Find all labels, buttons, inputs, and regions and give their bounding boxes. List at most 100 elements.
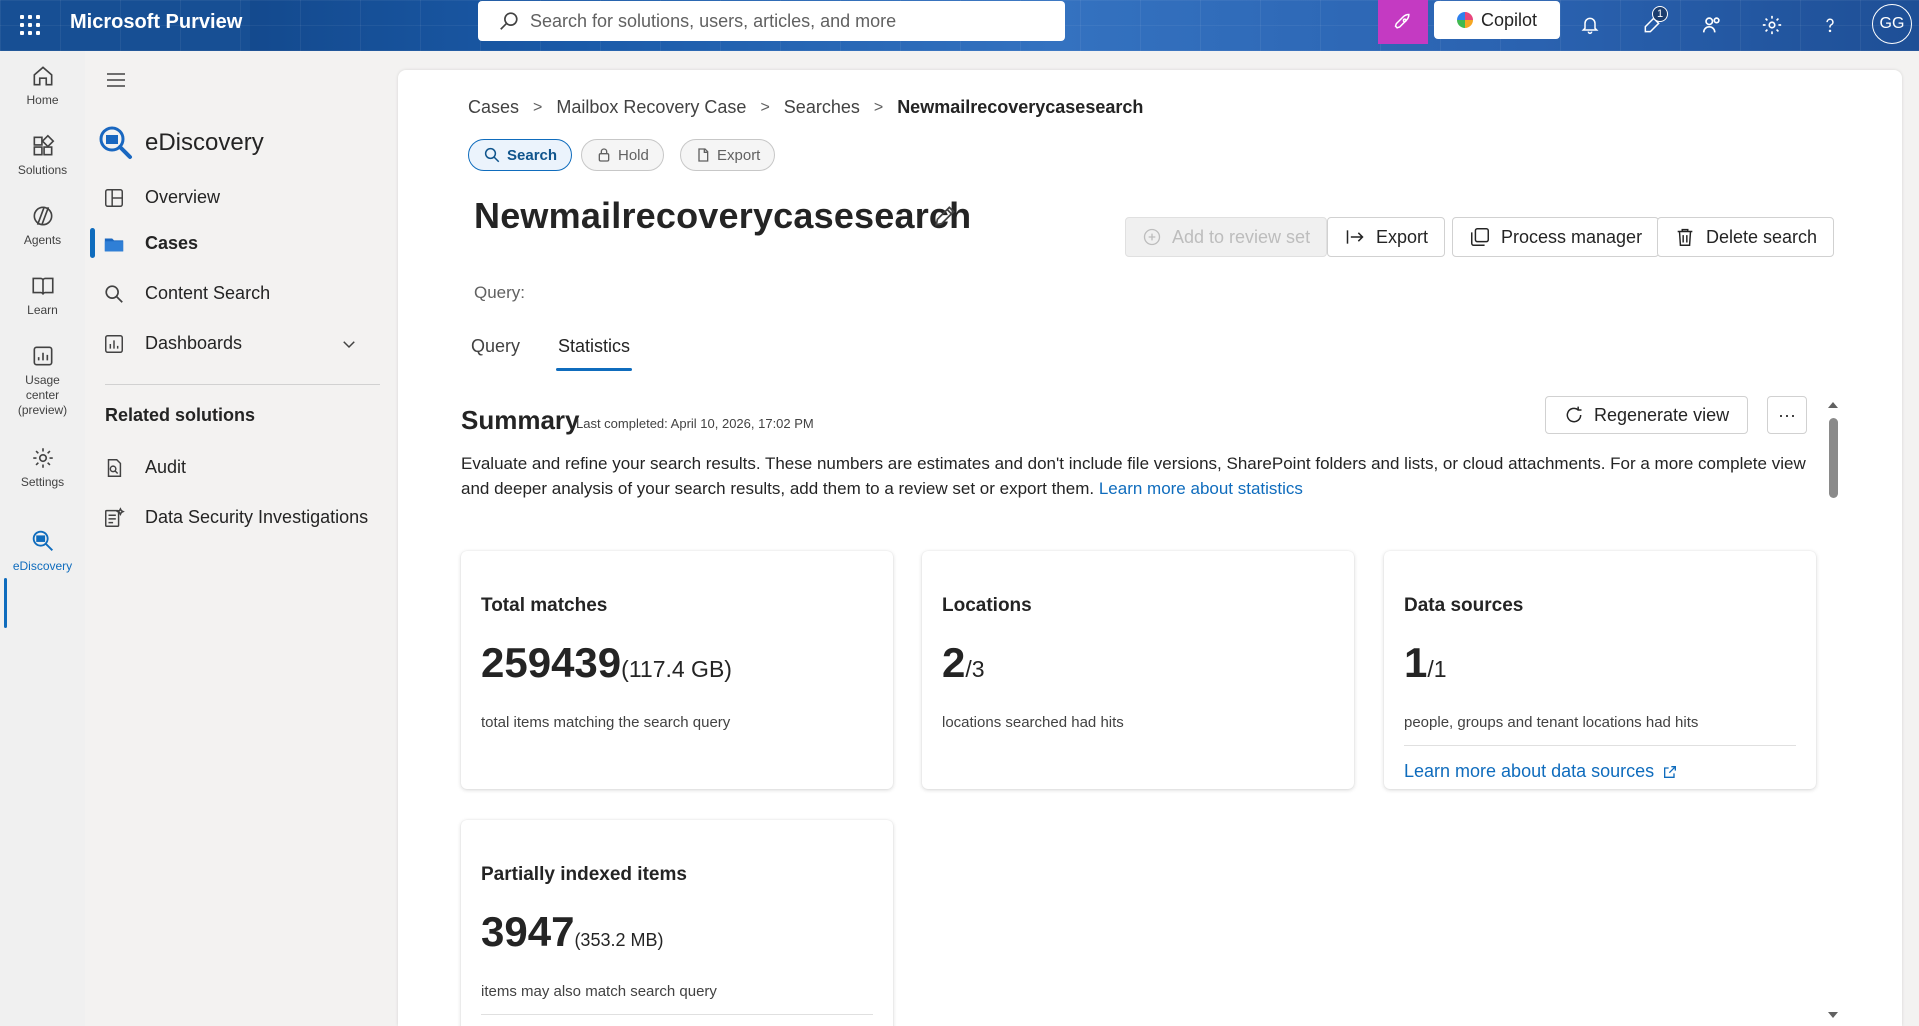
pill-export[interactable]: Export <box>680 139 776 171</box>
pill-label: Search <box>507 146 558 164</box>
rail-item-agents[interactable]: Agents <box>0 203 85 248</box>
pill-label: Hold <box>618 146 649 164</box>
add-to-review-set-button[interactable]: Add to review set <box>1125 217 1328 257</box>
brand-title[interactable]: Microsoft Purview <box>70 11 242 34</box>
data-sources-value: 1 <box>1404 639 1428 686</box>
summary-description: Evaluate and refine your search results.… <box>461 451 1821 501</box>
regenerate-view-button[interactable]: Regenerate view <box>1545 396 1749 434</box>
rail-item-learn[interactable]: Learn <box>0 273 85 318</box>
partially-indexed-size: (353.2 MB) <box>574 930 664 950</box>
settings-button[interactable] <box>1756 9 1788 41</box>
add-circle-icon <box>1143 228 1161 246</box>
help-button[interactable] <box>1814 9 1846 41</box>
data-sources-card: Data sources 1/1 people, groups and tena… <box>1384 551 1816 789</box>
delete-search-button[interactable]: Delete search <box>1657 217 1835 257</box>
sidebar-divider <box>105 384 380 385</box>
copilot-button[interactable]: Copilot <box>1434 1 1560 39</box>
card-divider <box>481 1014 873 1015</box>
card-title: Partially indexed items <box>481 864 687 885</box>
sidebar-item-cases[interactable]: Cases <box>85 223 395 263</box>
button-label: Regenerate view <box>1594 404 1730 425</box>
tab-query[interactable]: Query <box>471 336 520 357</box>
copilot-label: Copilot <box>1480 9 1538 30</box>
app-launcher-icon[interactable] <box>18 13 42 37</box>
related-solutions-heading: Related solutions <box>105 405 256 425</box>
process-manager-button[interactable]: Process manager <box>1452 217 1660 257</box>
solutions-icon <box>33 134 54 156</box>
tab-statistics[interactable]: Statistics <box>558 336 630 357</box>
copilot-icon <box>1456 12 1473 28</box>
gear-icon <box>32 448 53 468</box>
learn-more-statistics-link[interactable]: Learn more about statistics <box>1099 479 1303 498</box>
sidebar-item-data-security-investigations[interactable]: Data Security Investigations <box>85 497 395 537</box>
overview-icon <box>105 189 123 207</box>
partially-indexed-card: Partially indexed items 3947(353.2 MB) i… <box>461 820 893 1026</box>
rail-item-usage-center[interactable]: Usage center (preview) <box>0 343 85 418</box>
pill-hold[interactable]: Hold <box>581 139 664 171</box>
notification-badge: 1 <box>1652 6 1668 22</box>
breadcrumb-current: Newmailrecoverycasesearch <box>897 97 1144 117</box>
total-matches-size: (117.4 GB) <box>621 656 732 682</box>
pill-search[interactable]: Search <box>468 139 573 171</box>
pill-label: Export <box>717 146 761 164</box>
card-description: locations searched had hits <box>942 714 1124 731</box>
export-arrow-icon <box>1346 230 1364 244</box>
query-label: Query: <box>474 283 526 302</box>
scroll-thumb[interactable] <box>1829 418 1838 498</box>
pencil-icon[interactable] <box>932 203 958 229</box>
export-button[interactable]: Export <box>1327 217 1446 257</box>
refresh-icon <box>1566 406 1582 423</box>
sidebar-item-content-search[interactable]: Content Search <box>85 273 395 313</box>
card-divider <box>1404 745 1796 746</box>
partially-indexed-value: 3947 <box>481 908 575 955</box>
breadcrumb-searches[interactable]: Searches <box>784 97 860 118</box>
left-rail: Home Solutions Agents Learn Usage center… <box>0 51 85 1026</box>
global-search-input[interactable]: Search for solutions, users, articles, a… <box>478 1 1065 41</box>
card-value: 259439(117.4 GB) <box>481 639 732 687</box>
sidebar-item-audit[interactable]: Audit <box>85 447 395 487</box>
dashboard-icon <box>105 335 123 353</box>
card-value: 3947(353.2 MB) <box>481 908 663 956</box>
breadcrumb-case[interactable]: Mailbox Recovery Case <box>556 97 746 118</box>
learn-more-data-sources-link[interactable]: Learn more about data sources <box>1404 761 1678 782</box>
menu-toggle-icon[interactable] <box>105 71 127 94</box>
people-icon <box>1702 17 1720 33</box>
sidebar-item-dashboards[interactable]: Dashboards <box>85 323 395 363</box>
folder-icon <box>104 238 124 252</box>
rail-item-solutions[interactable]: Solutions <box>0 133 85 178</box>
rail-active-indicator <box>4 578 7 628</box>
scroll-up-arrow-icon[interactable] <box>1826 400 1840 410</box>
rail-label: Solutions <box>17 163 68 177</box>
button-label: Export <box>1376 226 1429 247</box>
vertical-scrollbar[interactable] <box>1826 400 1840 1020</box>
rail-item-ediscovery[interactable]: eDiscovery <box>0 527 85 574</box>
sidebar-item-overview[interactable]: Overview <box>85 177 395 217</box>
button-label: Delete search <box>1706 226 1818 247</box>
locations-card: Locations 2/3 locations searched had hit… <box>922 551 1354 789</box>
sidebar-title: eDiscovery <box>145 129 264 156</box>
summary-title: Summary <box>461 405 580 435</box>
avatar[interactable]: GG <box>1872 4 1912 44</box>
scroll-down-arrow-icon[interactable] <box>1826 1010 1840 1020</box>
rail-item-home[interactable]: Home <box>0 63 85 108</box>
lock-icon <box>598 148 610 162</box>
ediscovery-logo-icon <box>95 123 135 168</box>
chevron-right-icon: > <box>873 98 884 116</box>
community-button[interactable] <box>1696 9 1728 41</box>
rocket-button[interactable] <box>1378 0 1428 44</box>
rail-label: eDiscovery <box>12 559 73 573</box>
search-placeholder: Search for solutions, users, articles, a… <box>530 10 897 31</box>
more-options-button[interactable]: ··· <box>1767 396 1807 434</box>
rail-item-settings[interactable]: Settings <box>0 445 85 490</box>
process-icon <box>1471 228 1489 246</box>
sidebar-item-label: Dashboards <box>145 332 243 353</box>
locations-total: /3 <box>965 656 985 682</box>
tasks-button[interactable]: 1 <box>1636 6 1668 41</box>
breadcrumb-cases[interactable]: Cases <box>468 97 519 118</box>
sidebar-item-label: Overview <box>145 186 221 207</box>
chevron-down-icon[interactable] <box>340 335 358 353</box>
card-title: Locations <box>942 595 1032 616</box>
notifications-button[interactable] <box>1574 9 1606 41</box>
active-tab-indicator <box>556 368 632 371</box>
card-description: items may also match search query <box>481 983 717 1000</box>
